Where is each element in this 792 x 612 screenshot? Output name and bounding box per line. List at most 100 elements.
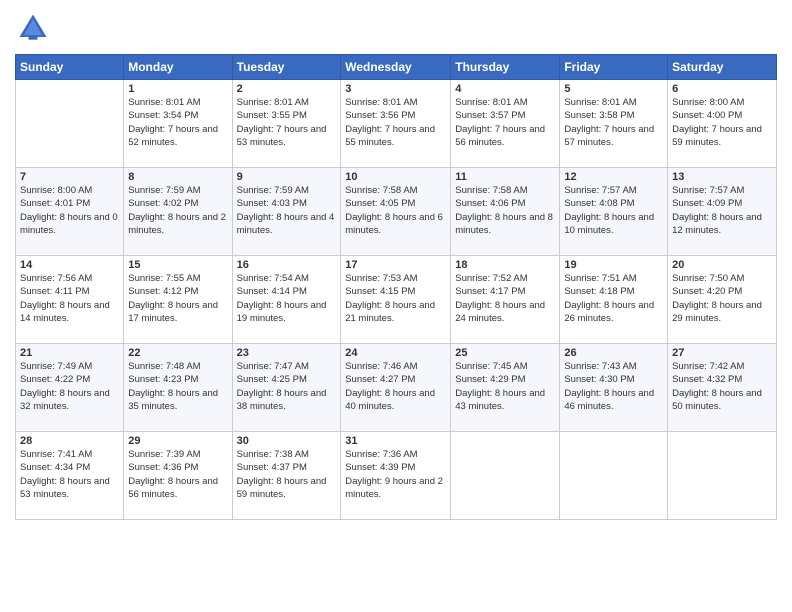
day-number: 22 — [128, 347, 227, 359]
calendar-cell: 20Sunrise: 7:50 AMSunset: 4:20 PMDayligh… — [668, 256, 777, 344]
day-info: Sunrise: 8:00 AMSunset: 4:01 PMDaylight:… — [20, 184, 119, 237]
calendar-cell: 4Sunrise: 8:01 AMSunset: 3:57 PMDaylight… — [451, 80, 560, 168]
day-number: 17 — [345, 259, 446, 271]
calendar-week-row: 21Sunrise: 7:49 AMSunset: 4:22 PMDayligh… — [16, 344, 777, 432]
day-info: Sunrise: 8:01 AMSunset: 3:58 PMDaylight:… — [564, 96, 663, 149]
day-number: 27 — [672, 347, 772, 359]
calendar-cell: 2Sunrise: 8:01 AMSunset: 3:55 PMDaylight… — [232, 80, 341, 168]
weekday-header: Friday — [560, 55, 668, 80]
calendar-cell — [16, 80, 124, 168]
weekday-header: Tuesday — [232, 55, 341, 80]
day-number: 16 — [237, 259, 337, 271]
calendar-cell — [451, 432, 560, 520]
day-info: Sunrise: 7:39 AMSunset: 4:36 PMDaylight:… — [128, 448, 227, 501]
day-info: Sunrise: 7:53 AMSunset: 4:15 PMDaylight:… — [345, 272, 446, 325]
calendar-cell: 31Sunrise: 7:36 AMSunset: 4:39 PMDayligh… — [341, 432, 451, 520]
day-number: 31 — [345, 435, 446, 447]
calendar-cell: 13Sunrise: 7:57 AMSunset: 4:09 PMDayligh… — [668, 168, 777, 256]
page-container: SundayMondayTuesdayWednesdayThursdayFrid… — [0, 0, 792, 612]
day-number: 30 — [237, 435, 337, 447]
calendar-cell: 18Sunrise: 7:52 AMSunset: 4:17 PMDayligh… — [451, 256, 560, 344]
calendar-cell: 28Sunrise: 7:41 AMSunset: 4:34 PMDayligh… — [16, 432, 124, 520]
calendar-cell: 10Sunrise: 7:58 AMSunset: 4:05 PMDayligh… — [341, 168, 451, 256]
calendar-cell: 29Sunrise: 7:39 AMSunset: 4:36 PMDayligh… — [124, 432, 232, 520]
day-info: Sunrise: 7:41 AMSunset: 4:34 PMDaylight:… — [20, 448, 119, 501]
day-info: Sunrise: 8:01 AMSunset: 3:54 PMDaylight:… — [128, 96, 227, 149]
day-number: 14 — [20, 259, 119, 271]
day-info: Sunrise: 8:01 AMSunset: 3:55 PMDaylight:… — [237, 96, 337, 149]
calendar-cell: 25Sunrise: 7:45 AMSunset: 4:29 PMDayligh… — [451, 344, 560, 432]
day-info: Sunrise: 7:49 AMSunset: 4:22 PMDaylight:… — [20, 360, 119, 413]
calendar-cell: 1Sunrise: 8:01 AMSunset: 3:54 PMDaylight… — [124, 80, 232, 168]
calendar-cell: 9Sunrise: 7:59 AMSunset: 4:03 PMDaylight… — [232, 168, 341, 256]
day-number: 15 — [128, 259, 227, 271]
calendar-cell: 21Sunrise: 7:49 AMSunset: 4:22 PMDayligh… — [16, 344, 124, 432]
day-number: 20 — [672, 259, 772, 271]
day-number: 26 — [564, 347, 663, 359]
day-number: 3 — [345, 83, 446, 95]
day-info: Sunrise: 7:51 AMSunset: 4:18 PMDaylight:… — [564, 272, 663, 325]
day-info: Sunrise: 7:48 AMSunset: 4:23 PMDaylight:… — [128, 360, 227, 413]
day-info: Sunrise: 7:45 AMSunset: 4:29 PMDaylight:… — [455, 360, 555, 413]
calendar-cell — [560, 432, 668, 520]
day-number: 19 — [564, 259, 663, 271]
calendar-cell: 12Sunrise: 7:57 AMSunset: 4:08 PMDayligh… — [560, 168, 668, 256]
day-number: 10 — [345, 171, 446, 183]
weekday-header: Saturday — [668, 55, 777, 80]
day-info: Sunrise: 7:59 AMSunset: 4:02 PMDaylight:… — [128, 184, 227, 237]
calendar-cell: 5Sunrise: 8:01 AMSunset: 3:58 PMDaylight… — [560, 80, 668, 168]
day-info: Sunrise: 7:52 AMSunset: 4:17 PMDaylight:… — [455, 272, 555, 325]
weekday-header: Wednesday — [341, 55, 451, 80]
calendar-week-row: 14Sunrise: 7:56 AMSunset: 4:11 PMDayligh… — [16, 256, 777, 344]
day-number: 11 — [455, 171, 555, 183]
logo — [15, 10, 55, 46]
day-number: 12 — [564, 171, 663, 183]
weekday-header: Thursday — [451, 55, 560, 80]
day-info: Sunrise: 7:43 AMSunset: 4:30 PMDaylight:… — [564, 360, 663, 413]
day-info: Sunrise: 7:47 AMSunset: 4:25 PMDaylight:… — [237, 360, 337, 413]
calendar-cell: 26Sunrise: 7:43 AMSunset: 4:30 PMDayligh… — [560, 344, 668, 432]
calendar-cell: 11Sunrise: 7:58 AMSunset: 4:06 PMDayligh… — [451, 168, 560, 256]
day-info: Sunrise: 8:01 AMSunset: 3:57 PMDaylight:… — [455, 96, 555, 149]
calendar-cell: 27Sunrise: 7:42 AMSunset: 4:32 PMDayligh… — [668, 344, 777, 432]
day-number: 5 — [564, 83, 663, 95]
day-info: Sunrise: 7:59 AMSunset: 4:03 PMDaylight:… — [237, 184, 337, 237]
day-info: Sunrise: 7:57 AMSunset: 4:09 PMDaylight:… — [672, 184, 772, 237]
day-info: Sunrise: 7:42 AMSunset: 4:32 PMDaylight:… — [672, 360, 772, 413]
calendar-cell: 15Sunrise: 7:55 AMSunset: 4:12 PMDayligh… — [124, 256, 232, 344]
day-info: Sunrise: 7:50 AMSunset: 4:20 PMDaylight:… — [672, 272, 772, 325]
header — [15, 10, 777, 46]
calendar-cell: 24Sunrise: 7:46 AMSunset: 4:27 PMDayligh… — [341, 344, 451, 432]
calendar-cell: 17Sunrise: 7:53 AMSunset: 4:15 PMDayligh… — [341, 256, 451, 344]
day-info: Sunrise: 7:57 AMSunset: 4:08 PMDaylight:… — [564, 184, 663, 237]
day-info: Sunrise: 7:58 AMSunset: 4:05 PMDaylight:… — [345, 184, 446, 237]
calendar-cell: 7Sunrise: 8:00 AMSunset: 4:01 PMDaylight… — [16, 168, 124, 256]
day-info: Sunrise: 7:38 AMSunset: 4:37 PMDaylight:… — [237, 448, 337, 501]
logo-icon — [15, 10, 51, 46]
day-number: 23 — [237, 347, 337, 359]
calendar-cell: 16Sunrise: 7:54 AMSunset: 4:14 PMDayligh… — [232, 256, 341, 344]
day-info: Sunrise: 7:46 AMSunset: 4:27 PMDaylight:… — [345, 360, 446, 413]
day-number: 9 — [237, 171, 337, 183]
day-info: Sunrise: 7:55 AMSunset: 4:12 PMDaylight:… — [128, 272, 227, 325]
day-info: Sunrise: 8:01 AMSunset: 3:56 PMDaylight:… — [345, 96, 446, 149]
calendar-cell: 3Sunrise: 8:01 AMSunset: 3:56 PMDaylight… — [341, 80, 451, 168]
day-number: 13 — [672, 171, 772, 183]
day-number: 1 — [128, 83, 227, 95]
day-info: Sunrise: 7:36 AMSunset: 4:39 PMDaylight:… — [345, 448, 446, 501]
day-number: 4 — [455, 83, 555, 95]
calendar-cell: 23Sunrise: 7:47 AMSunset: 4:25 PMDayligh… — [232, 344, 341, 432]
day-number: 18 — [455, 259, 555, 271]
day-number: 29 — [128, 435, 227, 447]
day-number: 6 — [672, 83, 772, 95]
day-info: Sunrise: 7:54 AMSunset: 4:14 PMDaylight:… — [237, 272, 337, 325]
calendar-header-row: SundayMondayTuesdayWednesdayThursdayFrid… — [16, 55, 777, 80]
day-info: Sunrise: 8:00 AMSunset: 4:00 PMDaylight:… — [672, 96, 772, 149]
calendar-week-row: 7Sunrise: 8:00 AMSunset: 4:01 PMDaylight… — [16, 168, 777, 256]
weekday-header: Sunday — [16, 55, 124, 80]
calendar-cell: 30Sunrise: 7:38 AMSunset: 4:37 PMDayligh… — [232, 432, 341, 520]
calendar-week-row: 28Sunrise: 7:41 AMSunset: 4:34 PMDayligh… — [16, 432, 777, 520]
calendar-week-row: 1Sunrise: 8:01 AMSunset: 3:54 PMDaylight… — [16, 80, 777, 168]
day-number: 25 — [455, 347, 555, 359]
calendar-cell: 8Sunrise: 7:59 AMSunset: 4:02 PMDaylight… — [124, 168, 232, 256]
